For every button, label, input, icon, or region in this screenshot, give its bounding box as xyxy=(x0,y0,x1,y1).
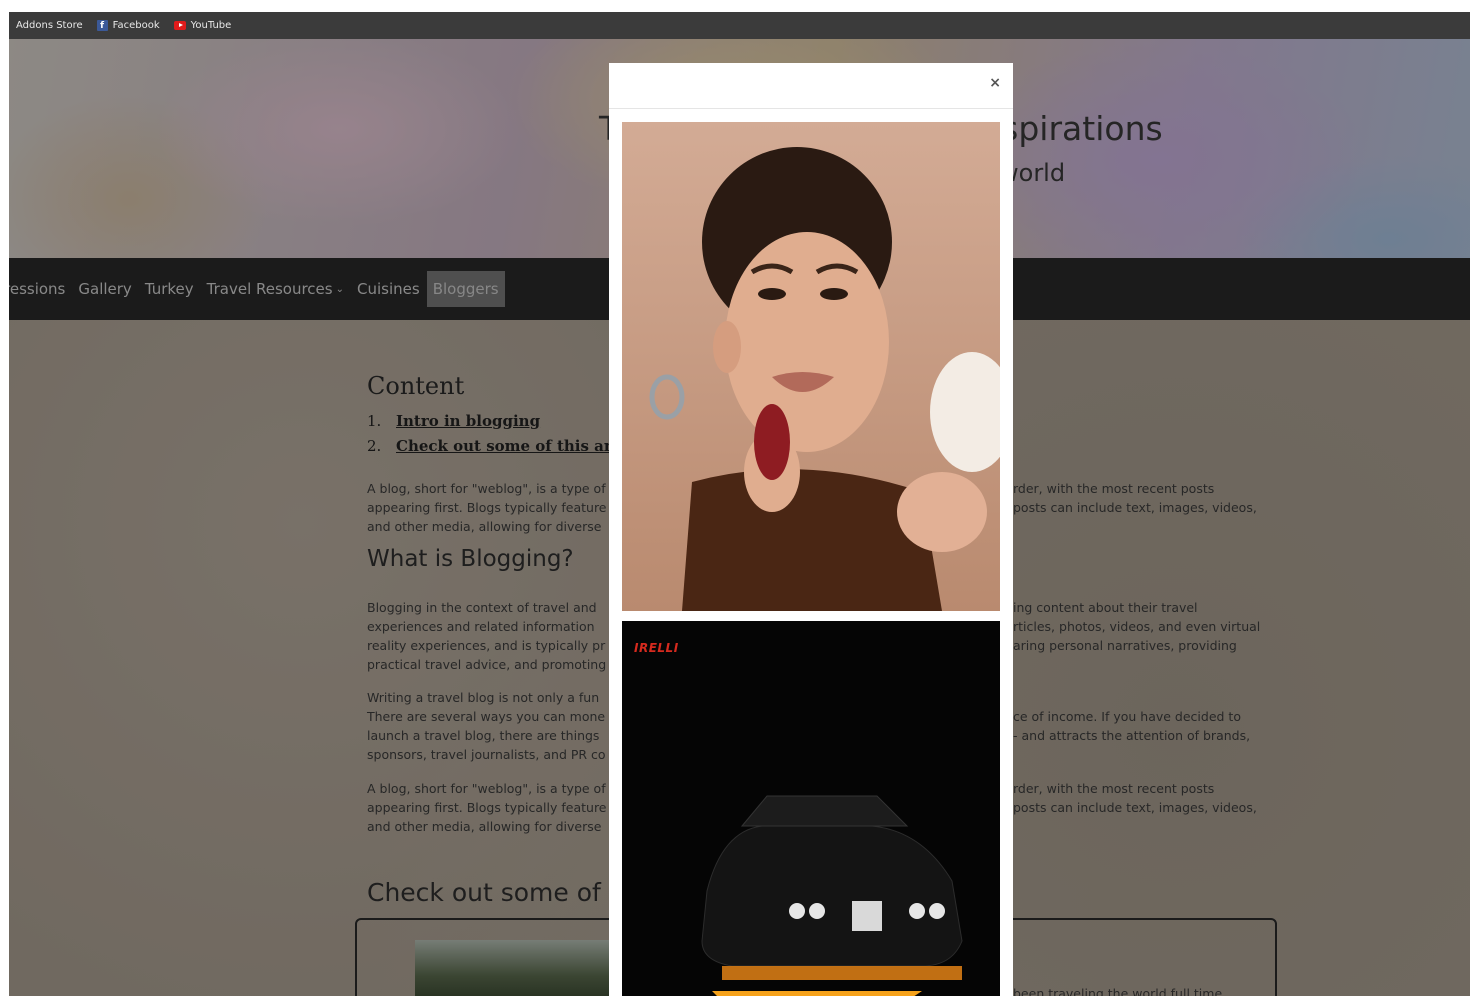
browser-page: Addons Store f Facebook YouTube Tspirati… xyxy=(9,12,1470,996)
youtube-icon xyxy=(173,21,186,30)
modal-photo-portrait xyxy=(622,122,1000,611)
bookmark-youtube[interactable]: YouTube xyxy=(173,20,232,31)
image-modal: × IRELLI xyxy=(609,63,1013,996)
bookmark-label: Addons Store xyxy=(16,20,83,31)
bookmark-addons-store[interactable]: Addons Store xyxy=(16,20,83,31)
bookmark-label: Facebook xyxy=(112,20,160,31)
bookmarks-bar: Addons Store f Facebook YouTube xyxy=(9,12,1470,39)
car-illustration xyxy=(701,795,963,996)
close-icon[interactable]: × xyxy=(989,75,1001,91)
portrait-illustration xyxy=(622,122,1000,611)
facebook-icon: f xyxy=(96,20,108,31)
modal-header: × xyxy=(609,63,1013,109)
modal-photo-car: IRELLI xyxy=(622,621,1000,996)
bookmark-facebook[interactable]: f Facebook xyxy=(96,20,160,31)
bookmark-label: YouTube xyxy=(190,20,232,31)
